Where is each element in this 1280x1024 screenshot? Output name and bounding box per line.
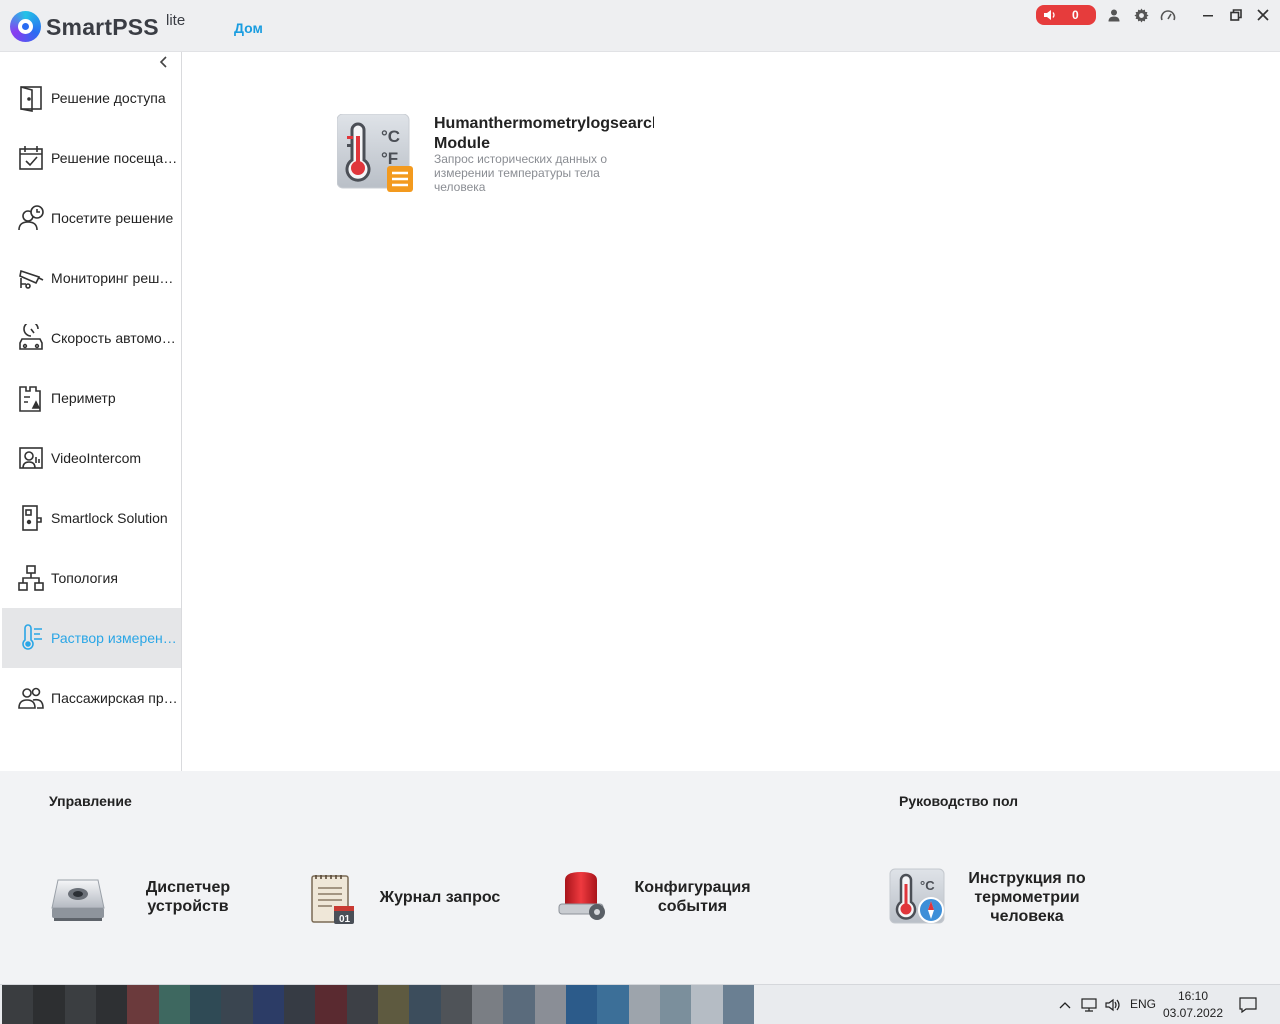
sidebar-item-smartlock[interactable]: Smartlock Solution <box>2 488 181 548</box>
user-guide-title: Руководство пользователя <box>899 793 1018 809</box>
title-bar: SmartPSS lite Дом 0 <box>0 0 1280 52</box>
visitor-clock-icon <box>18 205 44 231</box>
sidebar-item-label: Посетите решение <box>51 210 174 226</box>
sidebar-item-temperature[interactable]: Раствор измерения температуры <box>2 608 181 668</box>
thermometer-icon <box>22 624 42 650</box>
sidebar: Решение доступа Решение посещаемости Пос… <box>0 52 182 771</box>
user-icon[interactable] <box>1106 7 1122 23</box>
clock-date: 03.07.2022 <box>1162 1006 1224 1020</box>
module-title[interactable]: Humanthermometrylogsearch Module <box>434 114 654 154</box>
sidebar-item-label: Скорость автомобиля <box>51 330 181 346</box>
sidebar-item-label: Мониторинг решение <box>51 270 181 286</box>
taskbar-apps-blurred <box>2 985 754 1024</box>
sidebar-item-visitor[interactable]: Посетите решение <box>2 188 181 248</box>
log-query-icon[interactable]: 01 <box>310 872 356 926</box>
sidebar-item-label: Периметр <box>51 390 116 406</box>
car-speed-icon <box>19 324 43 350</box>
log-query-label[interactable]: Журнал запрос <box>372 888 508 907</box>
sidebar-item-attendance[interactable]: Решение посещаемости <box>2 128 181 188</box>
sidebar-item-label: Топология <box>51 570 118 586</box>
event-config-icon[interactable] <box>555 870 607 924</box>
sidebar-item-perimeter[interactable]: Периметр <box>2 368 181 428</box>
passengers-icon <box>18 687 44 709</box>
sidebar-item-monitoring[interactable]: Мониторинг решение <box>2 248 181 308</box>
intercom-icon <box>19 447 43 469</box>
sidebar-item-label: Решение доступа <box>51 90 166 106</box>
thermometry-guide-icon[interactable]: °C <box>889 868 947 926</box>
thermometry-log-module-icon[interactable]: °C °F <box>336 113 413 192</box>
notification-icon[interactable] <box>1238 997 1258 1013</box>
system-clock[interactable]: 16:10 03.07.2022 <box>1160 988 1226 1022</box>
svg-text:°C: °C <box>381 127 400 146</box>
bottom-panel: Управление Руководство пользователя Дисп… <box>0 771 1280 984</box>
sidebar-item-vehicle-speed[interactable]: Скорость автомобиля <box>2 308 181 368</box>
event-config-label[interactable]: Конфигурация события <box>620 878 765 916</box>
app-suffix: lite <box>166 12 186 29</box>
sidebar-item-label: Пассажирская проходка <box>51 690 181 706</box>
device-manager-icon[interactable] <box>50 876 106 924</box>
windows-taskbar: ENG 16:10 03.07.2022 <box>0 984 1280 1024</box>
language-indicator[interactable]: ENG <box>1130 997 1156 1011</box>
module-description: Запрос исторических данных о измерении т… <box>434 152 607 194</box>
management-title: Управление <box>49 793 132 809</box>
sidebar-item-videointercom[interactable]: VideoIntercom <box>2 428 181 488</box>
minimize-icon[interactable] <box>1200 7 1216 23</box>
sidebar-item-topology[interactable]: Топология <box>2 548 181 608</box>
topology-icon <box>18 565 44 591</box>
svg-text:01: 01 <box>339 914 351 925</box>
cctv-camera-icon <box>19 269 44 289</box>
perimeter-icon <box>19 386 41 412</box>
gear-icon[interactable] <box>1133 7 1149 23</box>
calendar-check-icon <box>19 146 43 170</box>
svg-text:°C: °C <box>920 878 935 893</box>
close-icon[interactable] <box>1255 7 1271 23</box>
sidebar-item-label: VideoIntercom <box>51 450 142 466</box>
smartpss-logo-icon <box>10 11 41 42</box>
door-icon <box>20 86 42 112</box>
volume-icon[interactable] <box>1104 997 1122 1013</box>
chevron-up-icon[interactable] <box>1058 997 1072 1013</box>
alarm-button[interactable]: 0 <box>1036 5 1096 25</box>
svg-text:°F: °F <box>381 149 398 168</box>
clock-time: 16:10 <box>1177 989 1209 1003</box>
thermometry-guide-label[interactable]: Инструкция по термометрии человека <box>958 869 1096 926</box>
restore-icon[interactable] <box>1228 7 1244 23</box>
sidebar-item-label: Smartlock Solution <box>51 510 168 526</box>
sidebar-item-passengers[interactable]: Пассажирская проходка <box>2 668 181 728</box>
sidebar-item-label: Решение посещаемости <box>51 150 181 166</box>
device-manager-label[interactable]: Диспетчер устройств <box>118 878 258 916</box>
network-icon[interactable] <box>1080 997 1098 1013</box>
app-name: SmartPSS <box>46 14 159 40</box>
sidebar-item-access[interactable]: Решение доступа <box>2 68 181 128</box>
speedometer-icon[interactable] <box>1160 7 1176 23</box>
speaker-icon <box>1044 10 1055 20</box>
alarm-count: 0 <box>1072 8 1079 22</box>
sidebar-item-label: Раствор измерения температуры <box>51 630 181 646</box>
smartlock-icon <box>22 505 42 531</box>
main-content: °C °F Humanthermometrylogsearch Module З… <box>182 52 1280 771</box>
tab-home[interactable]: Дом <box>234 20 263 36</box>
